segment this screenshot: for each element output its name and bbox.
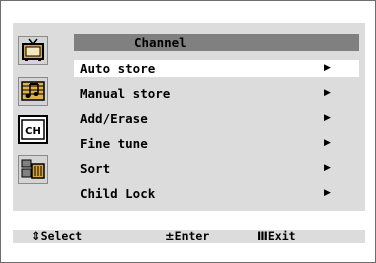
menu-item-add-erase[interactable]: Add/Erase ▶ [74, 110, 359, 127]
menu-title: Channel [134, 35, 187, 50]
menu-item-label: Manual store [80, 86, 171, 101]
submenu-arrow-icon: ▶ [324, 88, 331, 98]
setup-icon[interactable] [18, 155, 48, 184]
help-bar: ⇕Select ±Enter ⅢExit [13, 230, 365, 243]
tv-screen: CH Channel Auto store ▶ Manual store ▶ A… [0, 0, 376, 263]
menu-title-bar: Channel [74, 34, 359, 51]
tv-picture-icon[interactable] [18, 36, 48, 65]
menu-exit-icon: Ⅲ [257, 229, 268, 243]
menu-item-label: Add/Erase [80, 111, 148, 126]
select-hint: ⇕Select [31, 230, 82, 243]
submenu-arrow-icon: ▶ [324, 63, 331, 73]
menu-item-manual-store[interactable]: Manual store ▶ [74, 85, 359, 102]
exit-hint-label: Exit [267, 229, 296, 243]
menu-item-label: Fine tune [80, 136, 148, 151]
submenu-arrow-icon: ▶ [324, 113, 331, 123]
select-hint-label: Select [40, 229, 83, 243]
menu-item-label: Sort [80, 161, 111, 176]
menu-item-auto-store[interactable]: Auto store ▶ [74, 60, 359, 77]
menu-item-label: Auto store [80, 61, 156, 76]
channel-icon-label: CH [25, 126, 41, 137]
submenu-arrow-icon: ▶ [324, 138, 331, 148]
menu-item-child-lock[interactable]: Child Lock ▶ [74, 185, 359, 202]
submenu-arrow-icon: ▶ [324, 163, 331, 173]
menu-item-fine-tune[interactable]: Fine tune ▶ [74, 135, 359, 152]
plus-minus-icon: ± [165, 229, 175, 243]
up-down-icon: ⇕ [31, 229, 41, 243]
enter-hint-label: Enter [174, 229, 210, 243]
submenu-arrow-icon: ▶ [324, 188, 331, 198]
menu-item-label: Child Lock [80, 186, 156, 201]
menu-item-sort[interactable]: Sort ▶ [74, 160, 359, 177]
music-sound-icon[interactable] [18, 77, 48, 106]
exit-hint: ⅢExit [257, 230, 296, 243]
channel-icon[interactable]: CH [18, 115, 48, 144]
enter-hint: ±Enter [165, 230, 209, 243]
